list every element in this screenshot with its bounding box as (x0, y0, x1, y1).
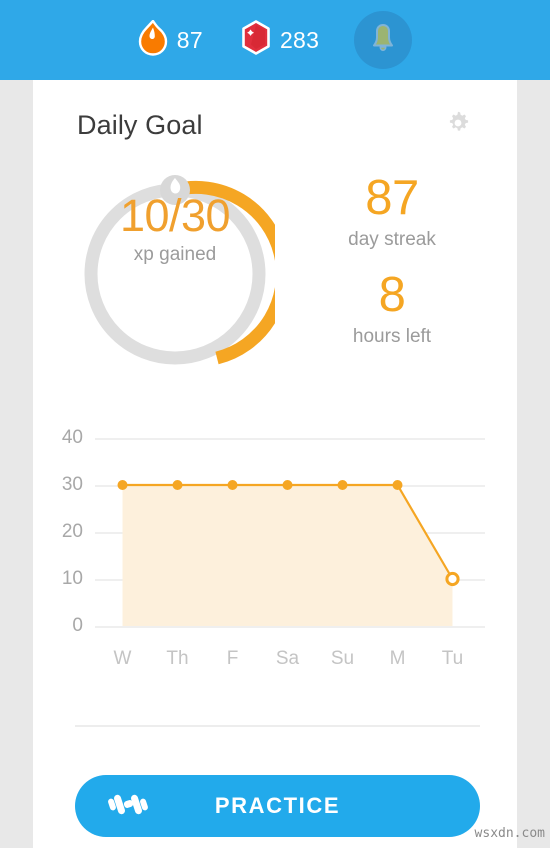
flame-icon (138, 19, 168, 61)
chart-data-point[interactable] (117, 480, 128, 490)
chart-x-tick: Tu (441, 648, 464, 669)
notifications-button[interactable] (354, 11, 413, 69)
page-title: Daily Goal (77, 110, 203, 140)
xp-history-chart: 0 10 20 30 40 W Th F Sa Su M Tu (33, 420, 517, 690)
gem-icon (241, 20, 271, 60)
chart-data-point[interactable] (392, 480, 403, 490)
chart-x-tick: F (226, 648, 239, 669)
practice-button[interactable]: PRACTICE (75, 775, 480, 837)
settings-button[interactable] (445, 110, 471, 141)
day-streak-value: 87 (365, 171, 419, 225)
card-header: Daily Goal (77, 110, 487, 141)
gear-icon (445, 110, 471, 141)
chart-x-tick: Th (166, 648, 189, 669)
chart-x-tick: Sa (275, 648, 300, 669)
dumbbell-icon (107, 789, 149, 824)
chart-data-point[interactable] (172, 480, 183, 490)
app-screen: 87 283 Daily Goal 10/30 xp gained 87 day… (0, 0, 550, 848)
streak-counter[interactable]: 87 (138, 19, 203, 61)
streak-value: 87 (176, 26, 203, 53)
xp-progress-value: 10/30 (119, 190, 231, 241)
chart-x-tick: M (389, 648, 406, 669)
chart-x-tick: W (113, 648, 132, 669)
day-streak-label: day streak (348, 229, 436, 250)
chart-x-tick: Su (330, 648, 355, 669)
hours-left-stat: 8 hours left (297, 271, 487, 348)
daily-goal-ring: 10/30 xp gained (75, 168, 290, 380)
gem-counter[interactable]: 283 (241, 20, 319, 60)
hours-left-value: 8 (378, 268, 406, 322)
chart-data-point[interactable] (445, 571, 460, 587)
gem-value: 283 (279, 26, 320, 53)
section-divider (75, 725, 480, 727)
top-bar: 87 283 (0, 0, 550, 80)
daily-goal-card: Daily Goal 10/30 xp gained 87 day streak… (33, 80, 517, 848)
side-stats: 87 day streak 8 hours left (297, 168, 487, 348)
chart-data-point[interactable] (282, 480, 293, 490)
chart-data-point[interactable] (337, 480, 348, 490)
day-streak-stat: 87 day streak (297, 174, 487, 251)
hours-left-label: hours left (352, 326, 432, 347)
bell-icon (368, 22, 398, 59)
practice-label: PRACTICE (214, 793, 341, 818)
chart-data-point[interactable] (227, 480, 238, 490)
xp-progress-label: xp gained (133, 244, 217, 266)
chart-area-fill (122, 485, 453, 626)
goal-summary-row: 10/30 xp gained 87 day streak 8 hours le… (33, 168, 517, 380)
ring-center-text: 10/30 xp gained (75, 192, 275, 266)
watermark: wsxdn.com (474, 826, 545, 841)
